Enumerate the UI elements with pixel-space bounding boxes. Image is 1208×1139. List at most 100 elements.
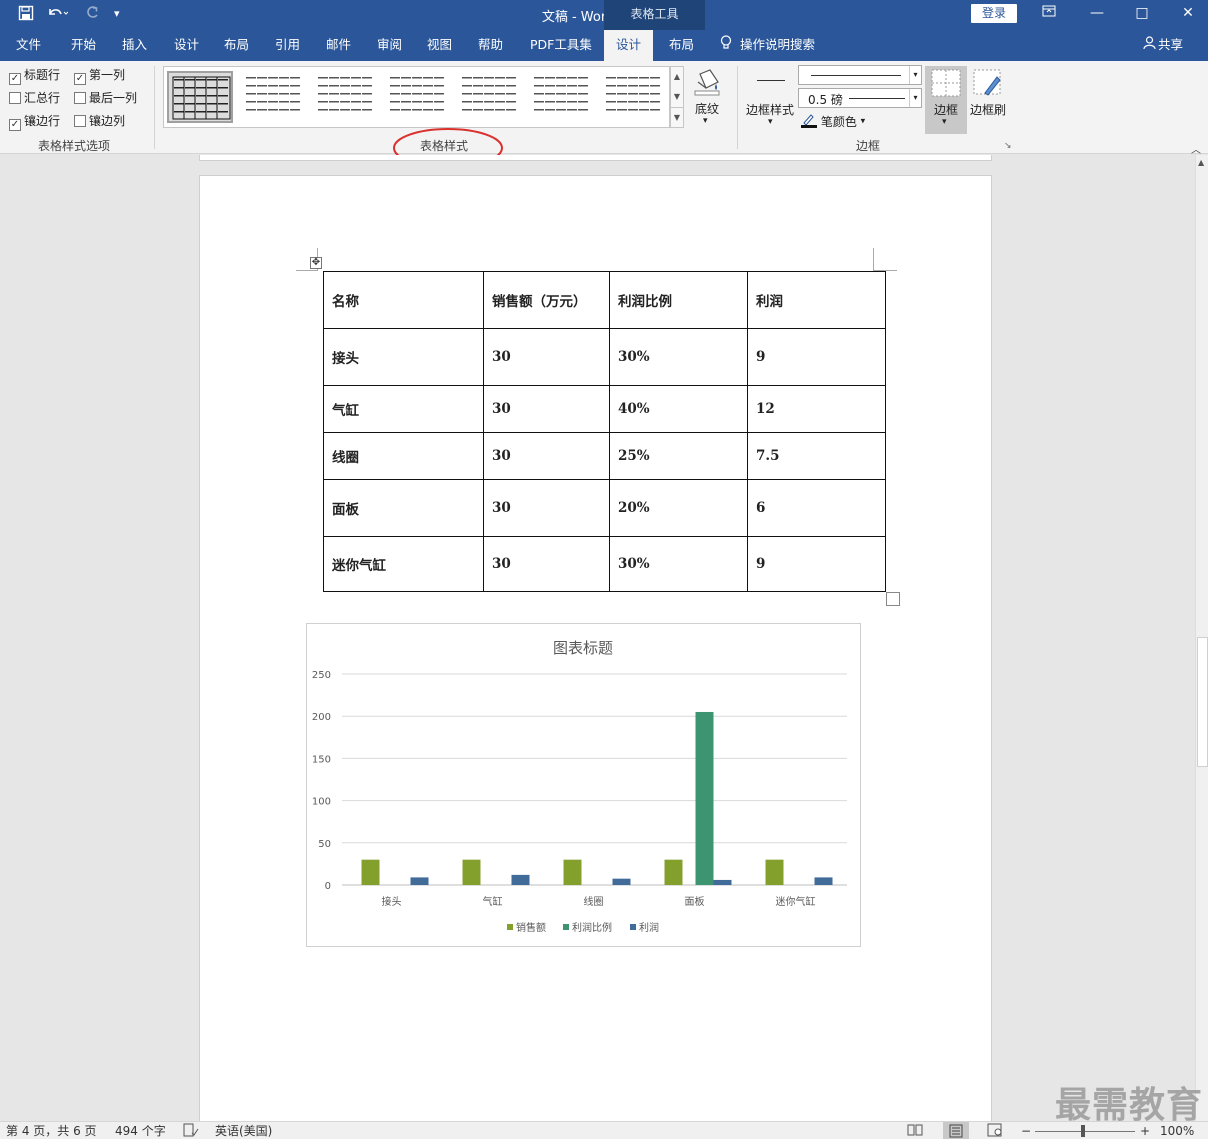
table-cell[interactable]: 6 — [747, 479, 886, 537]
table-move-handle-icon[interactable]: ✥ — [310, 257, 322, 269]
table-cell[interactable]: 气缸 — [323, 385, 484, 433]
shading-button[interactable]: 底纹 ▾ — [688, 66, 728, 134]
table-cell[interactable]: 30 — [483, 328, 610, 386]
table-style-option[interactable] — [241, 71, 307, 123]
word-count[interactable]: 494 个字 — [115, 1123, 166, 1139]
table-style-option[interactable] — [529, 71, 595, 123]
vertical-scrollbar[interactable]: ▲ — [1195, 155, 1208, 1121]
login-button[interactable]: 登录 — [971, 4, 1017, 23]
borders-button[interactable]: 边框 ▾ — [925, 66, 967, 134]
table-style-option[interactable] — [601, 71, 667, 123]
tab-12[interactable]: 布局 — [667, 30, 696, 61]
tab-6[interactable]: 邮件 — [324, 30, 353, 61]
chevron-down-icon[interactable]: ▾ — [909, 89, 921, 107]
chart[interactable]: 图表标题 0 50 100 150 200 250 接头 气缸 线圈 面板 迷你气缸 销售额 利润比例 利润 — [306, 623, 861, 947]
table-cell[interactable]: 9 — [747, 328, 886, 386]
read-mode-icon[interactable] — [907, 1123, 923, 1139]
option-banded-columns[interactable]: 镶边列 — [74, 112, 125, 130]
line-weight-dropdown[interactable]: 0.5 磅 ▾ — [798, 88, 922, 108]
table-cell[interactable]: 30 — [483, 385, 610, 433]
table-style-option[interactable] — [313, 71, 379, 123]
chevron-down-icon[interactable]: ▾ — [909, 66, 921, 84]
share-button[interactable]: 共享 — [1143, 30, 1183, 61]
tab-1[interactable]: 开始 — [69, 30, 98, 61]
option-total-row[interactable]: 汇总行 — [9, 89, 60, 107]
tab-4[interactable]: 布局 — [222, 30, 251, 61]
border-styles-button[interactable]: 边框样式 ▾ — [745, 66, 797, 134]
gallery-more-icon[interactable]: ▼ — [671, 107, 683, 127]
paint-bucket-icon — [692, 68, 722, 99]
table-style-option[interactable] — [385, 71, 451, 123]
table-cell[interactable]: 面板 — [323, 479, 484, 537]
restore-button[interactable]: □ — [1124, 2, 1160, 26]
table-cell[interactable]: 25% — [609, 432, 748, 480]
collapse-ribbon-icon[interactable]: ︿ — [1191, 141, 1201, 156]
page-count[interactable]: 第 4 页，共 6 页 — [6, 1123, 97, 1139]
customize-qat-icon[interactable]: ▾ — [114, 7, 120, 20]
x-tick-label: 面板 — [685, 895, 705, 908]
tab-5[interactable]: 引用 — [273, 30, 302, 61]
checkbox-icon — [74, 115, 86, 127]
tab-0[interactable]: 文件 — [14, 30, 43, 61]
minimize-button[interactable]: — — [1079, 2, 1115, 26]
table-header-cell[interactable]: 销售额（万元） — [483, 271, 610, 329]
table-cell[interactable]: 30 — [483, 432, 610, 480]
table-style-option[interactable] — [167, 71, 233, 123]
option-banded-rows[interactable]: ✓ 镶边行 — [9, 112, 60, 131]
option-last-column[interactable]: 最后一列 — [74, 89, 137, 107]
scroll-thumb[interactable] — [1197, 637, 1208, 767]
zoom-slider[interactable] — [1035, 1131, 1135, 1132]
tab-10[interactable]: PDF工具集 — [528, 30, 594, 61]
table-cell[interactable]: 40% — [609, 385, 748, 433]
print-layout-icon[interactable] — [943, 1122, 969, 1139]
checkbox-icon: ✓ — [9, 119, 21, 131]
option-first-column[interactable]: ✓ 第一列 — [74, 66, 125, 85]
ribbon-display-options-icon[interactable] — [1031, 2, 1067, 26]
x-tick-label: 气缸 — [483, 895, 503, 908]
save-icon[interactable] — [18, 5, 34, 25]
table-cell[interactable]: 12 — [747, 385, 886, 433]
margin-mark — [296, 270, 318, 271]
option-header-row[interactable]: ✓ 标题行 — [9, 66, 60, 85]
pen-color-button[interactable]: 笔颜色 ▾ — [801, 112, 865, 130]
tab-9[interactable]: 帮助 — [476, 30, 505, 61]
table-resize-handle[interactable] — [886, 592, 900, 606]
table-cell[interactable]: 接头 — [323, 328, 484, 386]
web-layout-icon[interactable] — [987, 1123, 1003, 1139]
table-cell[interactable]: 30% — [609, 328, 748, 386]
table-cell[interactable]: 30 — [483, 479, 610, 537]
dialog-launcher-icon[interactable]: ↘ — [1004, 141, 1012, 151]
tab-2[interactable]: 插入 — [120, 30, 149, 61]
undo-icon[interactable] — [46, 5, 69, 25]
tab-7[interactable]: 审阅 — [375, 30, 404, 61]
proofing-icon[interactable] — [183, 1123, 199, 1139]
table-cell[interactable]: 30% — [609, 536, 748, 592]
gallery-down-icon[interactable]: ▼ — [671, 87, 683, 107]
scroll-up-icon[interactable]: ▲ — [1198, 158, 1204, 167]
person-icon — [1143, 31, 1156, 61]
table-header-cell[interactable]: 利润比例 — [609, 271, 748, 329]
table-cell[interactable]: 30 — [483, 536, 610, 592]
tab-3[interactable]: 设计 — [172, 30, 201, 61]
border-painter-button[interactable]: 边框刷 — [968, 66, 1010, 126]
bar-利润-面板 — [713, 879, 732, 885]
tab-8[interactable]: 视图 — [425, 30, 454, 61]
tab-11[interactable]: 设计 — [604, 30, 654, 61]
table-cell[interactable]: 迷你气缸 — [323, 536, 484, 592]
tell-me-search[interactable]: 操作说明搜索 — [720, 30, 815, 61]
gallery-up-icon[interactable]: ▲ — [671, 67, 683, 87]
table-header-cell[interactable]: 利润 — [747, 271, 886, 329]
table-style-option[interactable] — [457, 71, 523, 123]
close-button[interactable]: ✕ — [1170, 2, 1206, 26]
zoom-out-icon[interactable]: − — [1021, 1123, 1031, 1139]
table-cell[interactable]: 线圈 — [323, 432, 484, 480]
redo-icon[interactable] — [84, 5, 100, 25]
gallery-scroll[interactable]: ▲ ▼ ▼ — [670, 66, 684, 128]
line-style-dropdown[interactable]: ▾ — [798, 65, 922, 85]
language[interactable]: 英语(美国) — [215, 1123, 272, 1139]
table-cell[interactable]: 20% — [609, 479, 748, 537]
table-header-cell[interactable]: 名称 — [323, 271, 484, 329]
watermark-logo: 最需教育 — [1055, 1085, 1204, 1126]
table-cell[interactable]: 9 — [747, 536, 886, 592]
table-cell[interactable]: 7.5 — [747, 432, 886, 480]
